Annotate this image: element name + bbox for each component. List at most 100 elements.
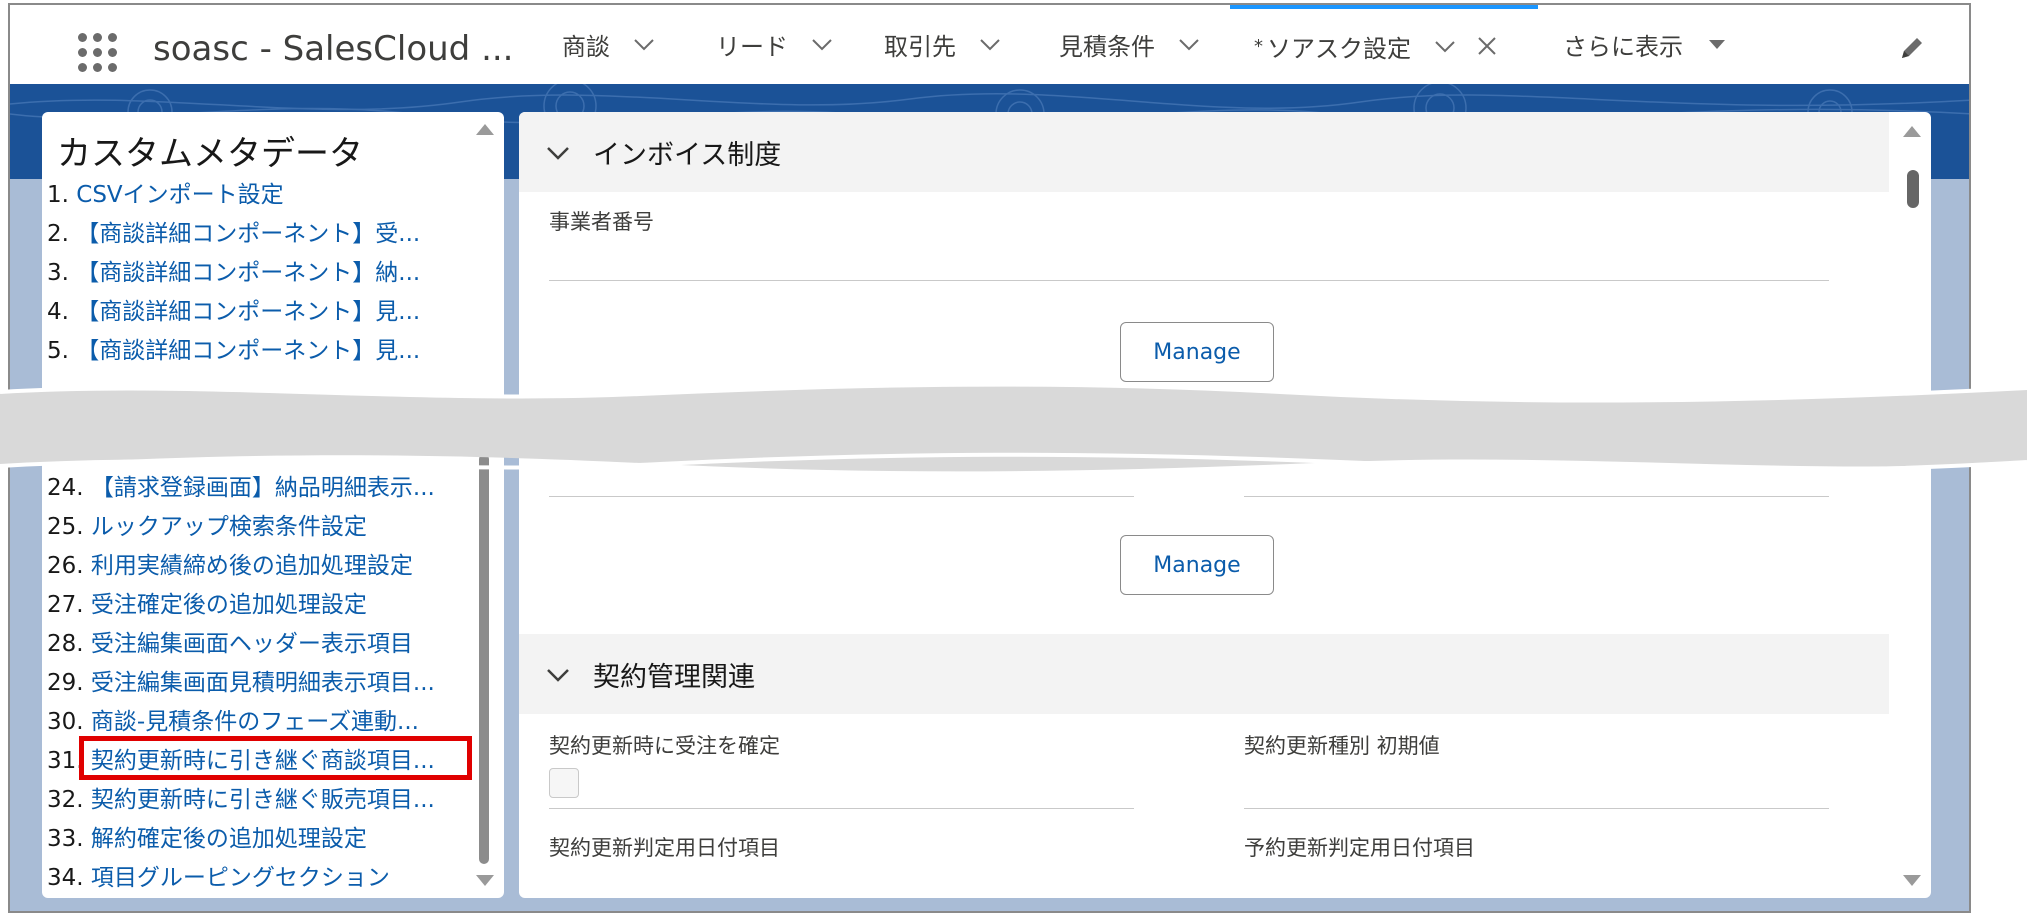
item-link[interactable]: 商談-見積条件のフェーズ連動... — [91, 709, 419, 735]
item-number: 2. — [47, 221, 69, 247]
left-scrollbar[interactable] — [474, 124, 496, 886]
right-scrollbar[interactable] — [1901, 126, 1925, 886]
item-link[interactable]: 受注確定後の追加処理設定 — [91, 592, 367, 618]
item-link[interactable]: 【商談詳細コンポーネント】見... — [76, 338, 420, 364]
section-contract-header[interactable]: 契約管理関連 — [519, 634, 1889, 714]
chevron-down-icon[interactable] — [1431, 32, 1459, 60]
item-number: 25. — [47, 514, 84, 540]
field-label-reservation-date: 予約更新判定用日付項目 — [1244, 836, 1475, 860]
tab-accounts[interactable]: 取引先 — [884, 5, 1004, 83]
field-underline — [1244, 496, 1829, 497]
item-link[interactable]: 解約確定後の追加処理設定 — [91, 826, 367, 852]
tab-label: リード — [716, 32, 788, 61]
item-number: 24. — [47, 475, 84, 501]
list-item[interactable]: 1. CSVインポート設定 — [47, 176, 477, 215]
tab-more[interactable]: さらに表示 — [1563, 5, 1731, 83]
scroll-thumb[interactable] — [479, 454, 489, 864]
workspace-background: カスタムメタデータ 1. CSVインポート設定 2. 【商談詳細コンポーネント】… — [10, 84, 1969, 911]
list-item[interactable]: 2. 【商談詳細コンポーネント】受... — [47, 215, 477, 254]
item-link[interactable]: ルックアップ検索条件設定 — [91, 514, 367, 540]
field-underline — [549, 280, 1829, 281]
chevron-down-icon[interactable] — [630, 30, 658, 58]
item-number: 34. — [47, 865, 84, 891]
list-item[interactable]: 34. 項目グルーピングセクション — [47, 859, 477, 898]
list-item[interactable]: 27. 受注確定後の追加処理設定 — [47, 586, 477, 625]
item-link[interactable]: 【商談詳細コンポーネント】納... — [76, 260, 420, 286]
item-number: 29. — [47, 670, 84, 696]
scroll-down-icon[interactable] — [1903, 875, 1921, 886]
item-number: 4. — [47, 299, 69, 325]
item-number: 32. — [47, 787, 84, 813]
app-name: soasc - SalesCloud ... — [153, 29, 514, 69]
tab-label: ソアスク設定 — [1267, 34, 1411, 63]
item-link[interactable]: 【商談詳細コンポーネント】受... — [76, 221, 420, 247]
tab-opportunities[interactable]: 商談 — [562, 5, 658, 83]
modified-marker: * — [1254, 35, 1263, 57]
confirm-order-checkbox[interactable] — [549, 768, 579, 798]
field-label-renewal-date: 契約更新判定用日付項目 — [549, 836, 780, 860]
item-number: 27. — [47, 592, 84, 618]
manage-button[interactable]: Manage — [1120, 322, 1274, 382]
field-label-renewal-type: 契約更新種別 初期値 — [1244, 734, 1440, 758]
list-item[interactable]: 3. 【商談詳細コンポーネント】納... — [47, 254, 477, 293]
tab-label: 見積条件 — [1059, 32, 1155, 61]
chevron-down-icon[interactable] — [543, 659, 573, 689]
field-underline — [1244, 808, 1829, 809]
list-item[interactable]: 29. 受注編集画面見積明細表示項目... — [47, 664, 477, 703]
field-label-confirm-order: 契約更新時に受注を確定 — [549, 734, 780, 758]
tab-quote-conditions[interactable]: 見積条件 — [1059, 5, 1203, 83]
field-underline — [549, 496, 1134, 497]
tab-soasc-settings[interactable]: * ソアスク設定 — [1230, 5, 1538, 83]
item-number: 1. — [47, 182, 69, 208]
chevron-down-icon[interactable] — [543, 137, 573, 167]
field-underline — [549, 808, 1134, 809]
tab-leads[interactable]: リード — [716, 5, 836, 83]
list-item[interactable]: 24. 【請求登録画面】納品明細表示... — [47, 469, 477, 508]
field-label-business-number: 事業者番号 — [549, 210, 654, 234]
tab-label: 取引先 — [884, 32, 956, 61]
item-link[interactable]: 【請求登録画面】納品明細表示... — [91, 475, 435, 501]
section-invoice-header[interactable]: インボイス制度 — [519, 112, 1889, 192]
item-link[interactable]: 【商談詳細コンポーネント】見... — [76, 299, 420, 325]
item-link[interactable]: 受注編集画面見積明細表示項目... — [91, 670, 435, 696]
item-number: 3. — [47, 260, 69, 286]
section-title: 契約管理関連 — [593, 661, 755, 693]
section-title: インボイス制度 — [593, 139, 782, 171]
item-link[interactable]: 受注編集画面ヘッダー表示項目 — [91, 631, 413, 657]
highlight-annotation — [79, 736, 472, 780]
scroll-up-icon[interactable] — [1903, 126, 1921, 137]
scroll-down-icon[interactable] — [476, 875, 494, 886]
caret-down-icon[interactable] — [1703, 30, 1731, 58]
list-item[interactable]: 32. 契約更新時に引き継ぐ販売項目... — [47, 781, 477, 820]
list-item[interactable]: 25. ルックアップ検索条件設定 — [47, 508, 477, 547]
chevron-down-icon[interactable] — [1175, 30, 1203, 58]
item-number: 26. — [47, 553, 84, 579]
item-link[interactable]: CSVインポート設定 — [76, 182, 283, 208]
item-number: 5. — [47, 338, 69, 364]
custom-metadata-panel: カスタムメタデータ 1. CSVインポート設定 2. 【商談詳細コンポーネント】… — [42, 112, 504, 898]
tab-label: さらに表示 — [1563, 32, 1683, 61]
close-icon[interactable] — [1475, 34, 1499, 58]
scroll-thumb[interactable] — [1907, 170, 1919, 208]
panel-title: カスタムメタデータ — [57, 134, 363, 174]
chevron-down-icon[interactable] — [976, 30, 1004, 58]
item-link[interactable]: 契約更新時に引き継ぐ販売項目... — [91, 787, 435, 813]
list-item[interactable]: 4. 【商談詳細コンポーネント】見... — [47, 293, 477, 332]
manage-button[interactable]: Manage — [1120, 535, 1274, 595]
list-item[interactable]: 33. 解約確定後の追加処理設定 — [47, 820, 477, 859]
settings-detail-panel: インボイス制度 事業者番号 Manage Manage 契約管理関連 契約更新時… — [519, 112, 1931, 898]
edit-pencil-icon[interactable] — [1897, 33, 1927, 63]
global-navigation: soasc - SalesCloud ... 商談 リード 取引先 見積条件 *… — [10, 5, 1969, 85]
chevron-down-icon[interactable] — [808, 30, 836, 58]
item-number: 33. — [47, 826, 84, 852]
list-item[interactable]: 5. 【商談詳細コンポーネント】見... — [47, 332, 477, 371]
item-link[interactable]: 利用実績締め後の追加処理設定 — [91, 553, 413, 579]
item-number: 30. — [47, 709, 84, 735]
list-item[interactable]: 28. 受注編集画面ヘッダー表示項目 — [47, 625, 477, 664]
list-item[interactable]: 26. 利用実績締め後の追加処理設定 — [47, 547, 477, 586]
app-launcher-icon[interactable] — [78, 33, 118, 73]
scroll-up-icon[interactable] — [476, 124, 494, 135]
item-link[interactable]: 項目グルーピングセクション — [91, 865, 390, 891]
tab-label: 商談 — [562, 32, 610, 61]
item-number: 28. — [47, 631, 84, 657]
